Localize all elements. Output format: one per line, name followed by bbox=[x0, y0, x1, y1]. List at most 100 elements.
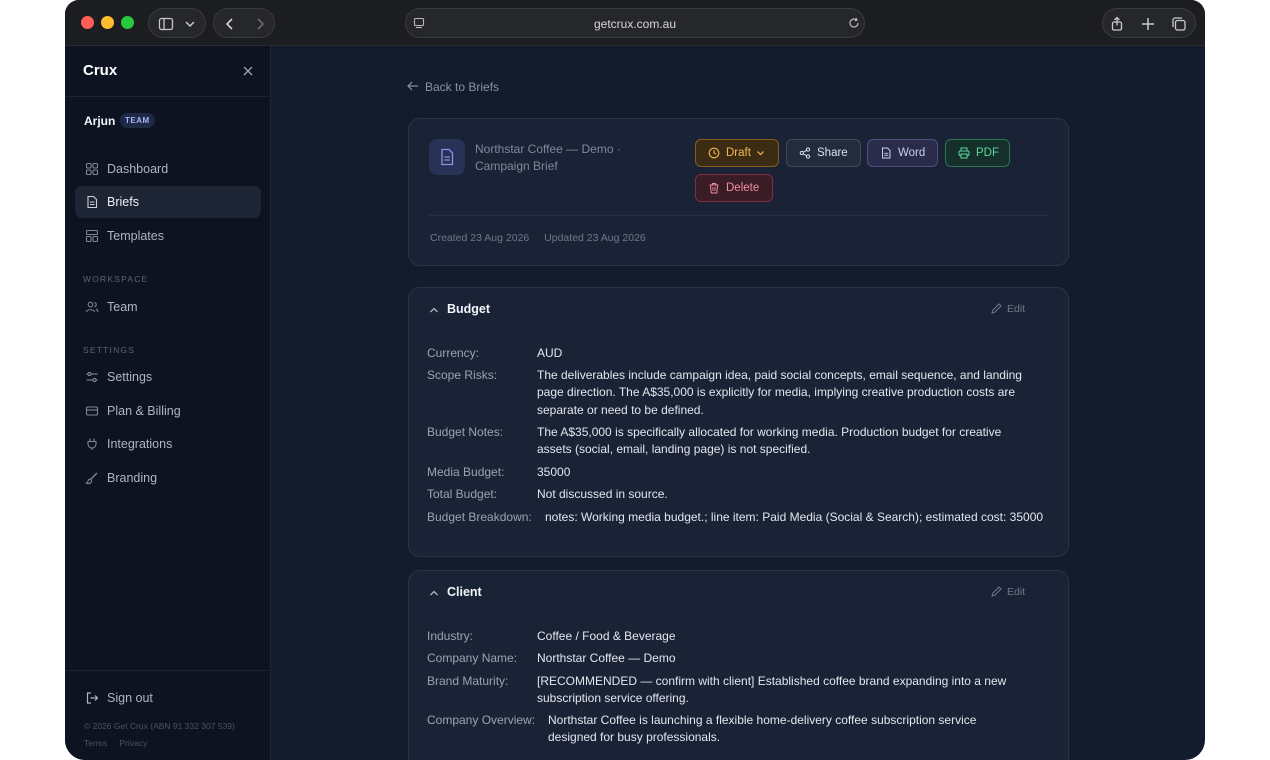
edit-budget-button[interactable]: Edit bbox=[991, 303, 1026, 315]
browser-window: getcrux.com.au Crux Arjun TEAM Dashboard… bbox=[65, 0, 1205, 760]
sidebar-item-label: Templates bbox=[107, 229, 164, 243]
workspace-section-label: WORKSPACE bbox=[83, 274, 149, 284]
brief-icon bbox=[429, 139, 465, 175]
word-label: Word bbox=[898, 147, 926, 159]
field-label: Currency: bbox=[427, 346, 480, 360]
back-to-briefs-link[interactable]: Back to Briefs bbox=[407, 80, 499, 94]
field-label: Brand Maturity: bbox=[427, 674, 509, 688]
chevron-up-icon[interactable] bbox=[429, 588, 439, 598]
sidebar-toggle-button[interactable] bbox=[148, 8, 206, 38]
sidebar-item-label: Dashboard bbox=[107, 162, 169, 176]
sidebar-item-dashboard[interactable]: Dashboard bbox=[75, 153, 261, 185]
user-name: Arjun bbox=[84, 114, 116, 128]
edit-label: Edit bbox=[1007, 586, 1026, 598]
team-badge: TEAM bbox=[120, 113, 155, 128]
sidebar-icon bbox=[158, 17, 174, 31]
field-value: notes: Working media budget.; line item:… bbox=[545, 510, 1044, 524]
sliders-icon bbox=[86, 371, 98, 383]
history-nav bbox=[213, 8, 275, 38]
browser-actions bbox=[1102, 8, 1196, 38]
grid-icon bbox=[85, 162, 99, 176]
zoom-window-button[interactable] bbox=[121, 16, 134, 29]
back-arrow-icon[interactable] bbox=[222, 16, 238, 32]
template-icon bbox=[85, 229, 99, 243]
chevron-up-icon[interactable] bbox=[429, 305, 439, 315]
back-link-label: Back to Briefs bbox=[425, 80, 500, 94]
plug-icon bbox=[87, 438, 97, 450]
edit-label: Edit bbox=[1007, 303, 1026, 315]
sidebar-item-briefs[interactable]: Briefs bbox=[75, 186, 261, 218]
chevron-down-icon bbox=[757, 151, 764, 156]
field-value: [RECOMMENDED — confirm with client] Esta… bbox=[537, 674, 1007, 706]
sidebar-item-plan-billing[interactable]: Plan & Billing bbox=[75, 395, 261, 427]
client-section: Client Edit Industry: Coffee / Food & Be… bbox=[408, 570, 1069, 760]
divider bbox=[65, 96, 271, 97]
sidebar-item-label: Team bbox=[107, 300, 138, 314]
pencil-icon bbox=[991, 303, 1002, 314]
pdf-label: PDF bbox=[976, 147, 999, 159]
reload-icon[interactable] bbox=[848, 17, 860, 29]
privacy-link[interactable]: Privacy bbox=[120, 738, 148, 748]
sidebar-item-branding[interactable]: Branding bbox=[75, 462, 261, 494]
export-pdf-button[interactable]: PDF bbox=[945, 139, 1010, 167]
address-bar[interactable]: getcrux.com.au bbox=[405, 8, 865, 38]
export-word-button[interactable]: Word bbox=[867, 139, 938, 167]
new-tab-icon[interactable] bbox=[1140, 16, 1156, 32]
users-icon bbox=[85, 301, 99, 313]
field-label: Media Budget: bbox=[427, 465, 505, 479]
edit-client-button[interactable]: Edit bbox=[991, 586, 1026, 598]
sidebar-item-team[interactable]: Team bbox=[75, 291, 261, 323]
share-sheet-icon[interactable] bbox=[1109, 16, 1125, 32]
created-date: Created 23 Aug 2026 bbox=[430, 232, 530, 244]
sign-out-button[interactable]: Sign out bbox=[75, 683, 261, 713]
sidebar-item-integrations[interactable]: Integrations bbox=[75, 428, 261, 460]
sign-out-icon bbox=[86, 692, 99, 704]
pencil-icon bbox=[991, 586, 1002, 597]
field-label: Scope Risks: bbox=[427, 368, 498, 382]
url-text: getcrux.com.au bbox=[593, 17, 677, 31]
budget-section: Budget Edit Currency: AUD Scope Risks: T… bbox=[408, 287, 1069, 557]
document-icon bbox=[87, 195, 98, 209]
status-dropdown[interactable]: Draft bbox=[695, 139, 779, 167]
credit-card-icon bbox=[85, 406, 99, 416]
sidebar-item-settings[interactable]: Settings bbox=[75, 361, 261, 393]
field-label: Industry: bbox=[427, 629, 474, 643]
sidebar-item-label: Integrations bbox=[107, 437, 173, 451]
field-label: Company Overview: bbox=[427, 713, 536, 727]
sidebar-item-templates[interactable]: Templates bbox=[75, 220, 261, 252]
section-title[interactable]: Client bbox=[447, 585, 482, 599]
section-title[interactable]: Budget bbox=[447, 302, 490, 316]
sign-out-label: Sign out bbox=[107, 691, 153, 705]
field-value: The deliverables include campaign idea, … bbox=[537, 368, 1022, 417]
close-sidebar-icon[interactable] bbox=[241, 64, 255, 78]
settings-section-label: SETTINGS bbox=[83, 345, 136, 355]
close-window-button[interactable] bbox=[81, 16, 94, 29]
brand-logo[interactable]: Crux bbox=[83, 62, 117, 79]
field-value: AUD bbox=[537, 346, 563, 360]
minimize-window-button[interactable] bbox=[101, 16, 114, 29]
file-text-icon bbox=[882, 147, 891, 159]
divider bbox=[65, 670, 271, 671]
field-label: Budget Notes: bbox=[427, 425, 504, 439]
brief-meta: Created 23 Aug 2026 Updated 23 Aug 2026 bbox=[430, 232, 658, 244]
arrow-left-icon bbox=[407, 81, 418, 91]
terms-link[interactable]: Terms bbox=[84, 738, 107, 748]
field-value: Northstar Coffee is launching a flexible… bbox=[548, 713, 977, 745]
trash-icon bbox=[709, 183, 719, 194]
document-icon bbox=[441, 148, 454, 166]
field-value: The A$35,000 is specifically allocated f… bbox=[537, 425, 1002, 457]
delete-button[interactable]: Delete bbox=[695, 174, 773, 202]
share-label: Share bbox=[817, 147, 848, 159]
printer-icon bbox=[958, 147, 970, 159]
app-sidebar: Crux Arjun TEAM Dashboard Briefs Templat… bbox=[65, 46, 271, 760]
copyright-text: © 2026 Get Crux (ABN 91 332 307 539) bbox=[84, 721, 235, 731]
divider bbox=[429, 215, 1049, 216]
share-icon bbox=[799, 147, 811, 159]
chevron-down-icon bbox=[185, 21, 195, 28]
tab-overview-icon[interactable] bbox=[1171, 16, 1187, 32]
brief-title: Northstar Coffee — Demo · Campaign Brief bbox=[475, 142, 621, 173]
share-button[interactable]: Share bbox=[786, 139, 861, 167]
brief-header-card: Northstar Coffee — Demo · Campaign Brief… bbox=[408, 118, 1069, 266]
field-label: Budget Breakdown: bbox=[427, 510, 532, 524]
forward-arrow-icon[interactable] bbox=[252, 16, 268, 32]
